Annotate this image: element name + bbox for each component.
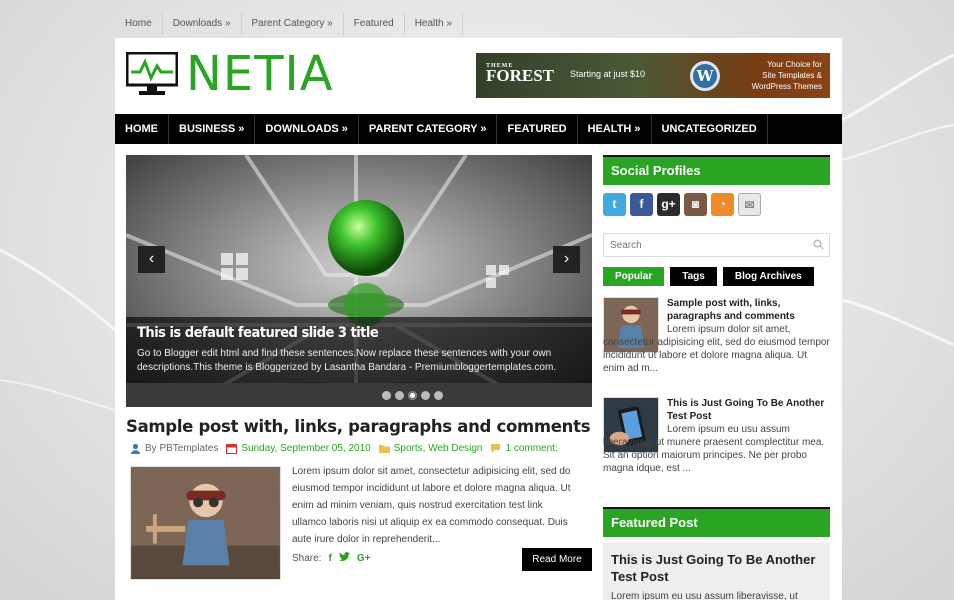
- post-excerpt: Lorem ipsum dolor sit amet, consectetur …: [292, 466, 571, 545]
- slider-dot[interactable]: [433, 390, 443, 400]
- featured-post-excerpt: Lorem ipsum eu usu assum liberavisse, ut: [611, 591, 798, 600]
- banner-brand: THEME FOREST: [486, 63, 555, 85]
- main-nav-item[interactable]: FEATURED: [497, 114, 578, 144]
- google-plus-icon[interactable]: g+: [657, 193, 680, 216]
- post-title[interactable]: Sample post with, links, paragraphs and …: [126, 417, 591, 436]
- read-more-button[interactable]: Read More: [522, 548, 592, 571]
- twitter-share-icon[interactable]: [338, 552, 350, 565]
- popular-post-excerpt: Lorem ipsum eu usu assum liberavisse, ut…: [603, 424, 825, 474]
- slider-prev-button[interactable]: ‹: [138, 246, 165, 273]
- slider-next-button[interactable]: ›: [553, 246, 580, 273]
- sidebar-tab[interactable]: Blog Archives: [722, 267, 814, 286]
- facebook-icon[interactable]: f: [630, 193, 653, 216]
- main-nav-item[interactable]: HEALTH »: [578, 114, 652, 144]
- instagram-icon[interactable]: ◙: [684, 193, 707, 216]
- social-profiles-title: Social Profiles: [603, 155, 830, 185]
- popular-post-title[interactable]: This is Just Going To Be Another Test Po…: [667, 397, 830, 423]
- slider-dot[interactable]: [394, 390, 404, 400]
- themeforest-banner[interactable]: THEME FOREST Starting at just $10 W Your …: [476, 53, 830, 98]
- logo-text: NETIA: [186, 46, 334, 102]
- top-nav-item[interactable]: Home: [115, 13, 163, 35]
- comment-icon: [491, 444, 501, 453]
- top-nav: Home Downloads » Parent Category » Featured…: [115, 13, 463, 35]
- sidebar-tab[interactable]: Popular: [603, 267, 665, 286]
- banner-choice-text: Your Choice for Site Templates & WordPre…: [751, 60, 822, 91]
- search-icon[interactable]: [813, 239, 824, 250]
- popular-post-excerpt: Lorem ipsum dolor sit amet, consectetur …: [603, 324, 830, 374]
- main-nav-item[interactable]: DOWNLOADS »: [255, 114, 359, 144]
- google-plus-share-icon[interactable]: G+: [357, 553, 371, 564]
- featured-post-box[interactable]: This is Just Going To Be Another Test Po…: [603, 543, 830, 600]
- email-icon[interactable]: ✉: [738, 193, 761, 216]
- slider-dot[interactable]: [420, 390, 430, 400]
- site-logo[interactable]: NETIA: [126, 46, 334, 102]
- search-input[interactable]: [604, 234, 804, 256]
- slider-dot[interactable]: [407, 390, 417, 400]
- slide-title: This is default featured slide 3 title: [137, 325, 379, 341]
- main-nav-item[interactable]: UNCATEGORIZED: [652, 114, 768, 144]
- post-meta: By PBTemplates Sunday, September 05, 201…: [126, 443, 558, 454]
- page-container: NETIA THEME FOREST Starting at just $10 W…: [115, 38, 842, 600]
- wordpress-icon: W: [690, 61, 720, 91]
- main-nav-item[interactable]: HOME: [115, 114, 169, 144]
- top-nav-item[interactable]: Featured: [344, 13, 405, 35]
- share-bar: Share: f G+: [292, 552, 370, 565]
- sidebar-tab[interactable]: Tags: [670, 267, 717, 286]
- author-icon: [131, 443, 140, 454]
- post-author[interactable]: By PBTemplates: [145, 443, 218, 454]
- facebook-share-icon[interactable]: f: [328, 553, 331, 564]
- post-date[interactable]: Sunday, September 05, 2010: [241, 443, 370, 454]
- post-labels[interactable]: Sports, Web Design: [394, 443, 483, 454]
- social-icons: t f g+ ◙ ◔ ✉: [603, 193, 830, 219]
- top-nav-item[interactable]: Parent Category »: [242, 13, 344, 35]
- main-nav: HOME BUSINESS » DOWNLOADS » PARENT CATEGORY…: [115, 114, 842, 144]
- featured-slider[interactable]: ‹ › This is default featured slide 3 tit…: [126, 155, 592, 407]
- slide-description: Go to Blogger edit html and find these s…: [137, 348, 557, 373]
- monitor-icon: [126, 52, 178, 95]
- main-nav-item[interactable]: BUSINESS »: [169, 114, 256, 144]
- share-label: Share:: [292, 553, 322, 564]
- popular-post-title[interactable]: Sample post with, links, paragraphs and …: [667, 297, 830, 323]
- featured-post-title-bar: Featured Post: [603, 507, 830, 537]
- top-nav-item[interactable]: Health »: [405, 13, 463, 35]
- folder-icon: [378, 445, 390, 453]
- slider-pagination: [126, 383, 592, 407]
- sidebar-tabs: Popular Tags Blog Archives: [603, 267, 830, 286]
- banner-starting-price: Starting at just $10: [570, 69, 646, 79]
- featured-post-title[interactable]: This is Just Going To Be Another Test Po…: [611, 551, 822, 585]
- featured-post-widget: Featured Post This is Just Going To Be A…: [603, 507, 830, 600]
- main-nav-item[interactable]: PARENT CATEGORY »: [359, 114, 498, 144]
- slide-caption: This is default featured slide 3 title G…: [126, 317, 592, 383]
- slider-dot[interactable]: [381, 390, 391, 400]
- search-box: [603, 233, 830, 257]
- twitter-icon[interactable]: t: [603, 193, 626, 216]
- post-comments-link[interactable]: 1 comment:: [505, 443, 557, 454]
- sidebar: Social Profiles tfg+◙◔✉ Popular Tags Blog …: [603, 155, 830, 600]
- calendar-icon: [226, 444, 238, 454]
- rss-icon[interactable]: ◔: [711, 193, 734, 216]
- post-thumbnail[interactable]: [130, 466, 281, 580]
- top-nav-item[interactable]: Downloads »: [163, 13, 242, 35]
